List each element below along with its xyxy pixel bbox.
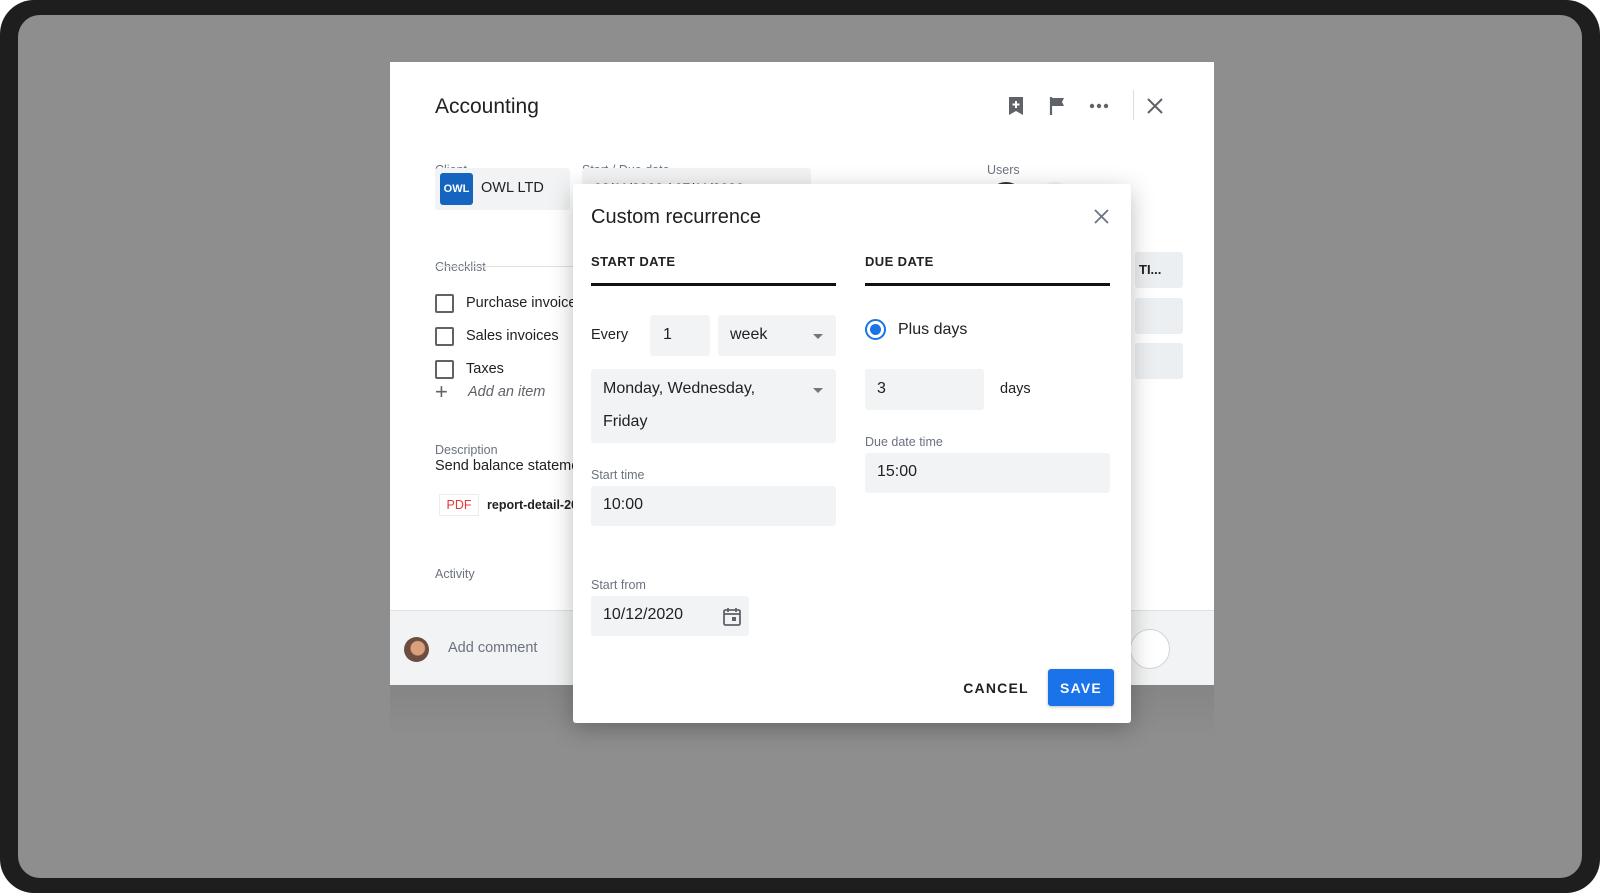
interval-unit-value: week bbox=[730, 326, 768, 343]
add-item-label: Add an item bbox=[468, 384, 546, 400]
client-logo: OWL bbox=[440, 173, 473, 205]
side-action-button[interactable]: TI... bbox=[1135, 252, 1183, 288]
bookmark-add-icon[interactable] bbox=[1002, 92, 1030, 120]
due-time-label: Due date time bbox=[865, 435, 943, 449]
plus-days-radio[interactable] bbox=[865, 319, 886, 340]
plus-days-value: 3 bbox=[877, 380, 886, 397]
screen: Accounting Client OWL OWL LTD Start / Du… bbox=[18, 15, 1582, 878]
every-label: Every bbox=[591, 327, 629, 343]
checklist-item-label: Sales invoices bbox=[466, 328, 559, 344]
task-title: Accounting bbox=[435, 95, 539, 118]
start-from-input[interactable]: 10/12/2020 bbox=[591, 596, 749, 636]
activity-label: Activity bbox=[435, 567, 475, 581]
checkbox[interactable] bbox=[435, 327, 454, 346]
plus-icon: + bbox=[435, 379, 448, 404]
attachment-name: report-detail-202 bbox=[487, 498, 585, 512]
checklist-divider bbox=[435, 266, 585, 267]
caret-down-icon bbox=[813, 388, 823, 393]
avatar bbox=[404, 637, 429, 662]
due-time-input[interactable]: 15:00 bbox=[865, 453, 1110, 493]
start-time-label: Start time bbox=[591, 468, 645, 482]
pdf-icon: PDF bbox=[439, 494, 479, 516]
client-name: OWL LTD bbox=[481, 180, 544, 196]
calendar-icon[interactable] bbox=[722, 606, 742, 626]
client-chip[interactable]: OWL OWL LTD bbox=[435, 168, 570, 210]
cancel-button[interactable]: CANCEL bbox=[959, 670, 1033, 706]
due-time-value: 15:00 bbox=[877, 463, 918, 480]
radio-selected-dot bbox=[870, 324, 881, 335]
interval-value: 1 bbox=[663, 326, 672, 343]
checklist-item-label: Taxes bbox=[466, 361, 504, 377]
weekdays-line-1: Monday, Wednesday, bbox=[603, 380, 756, 397]
start-time-input[interactable]: 10:00 bbox=[591, 486, 836, 526]
side-field-2[interactable] bbox=[1135, 343, 1183, 379]
description-text[interactable]: Send balance statemer bbox=[435, 458, 584, 474]
flag-icon[interactable] bbox=[1044, 92, 1072, 120]
due-date-heading: DUE DATE bbox=[865, 254, 934, 269]
plus-days-label: Plus days bbox=[898, 321, 968, 338]
save-button[interactable]: SAVE bbox=[1048, 669, 1114, 706]
weekdays-select[interactable]: Monday, Wednesday, Friday bbox=[591, 369, 836, 443]
side-field-1[interactable] bbox=[1135, 298, 1183, 334]
header-divider bbox=[1133, 90, 1134, 120]
send-comment-button[interactable] bbox=[1130, 629, 1170, 669]
device-frame: Accounting Client OWL OWL LTD Start / Du… bbox=[0, 0, 1600, 893]
days-unit-label: days bbox=[1000, 381, 1031, 397]
custom-recurrence-dialog: Custom recurrence START DATE DUE DATE Ev… bbox=[573, 184, 1131, 723]
comment-input[interactable]: Add comment bbox=[448, 640, 537, 656]
start-from-value: 10/12/2020 bbox=[603, 606, 684, 623]
start-date-underline bbox=[591, 283, 836, 286]
checkbox[interactable] bbox=[435, 360, 454, 379]
plus-days-input[interactable]: 3 bbox=[865, 369, 984, 410]
dialog-title: Custom recurrence bbox=[591, 206, 762, 228]
due-date-underline bbox=[865, 283, 1110, 286]
start-date-heading: START DATE bbox=[591, 254, 676, 269]
more-horizontal-icon[interactable] bbox=[1085, 92, 1113, 120]
weekdays-line-2: Friday bbox=[603, 413, 648, 430]
start-time-value: 10:00 bbox=[603, 496, 644, 513]
users-label: Users bbox=[987, 163, 1020, 177]
close-icon[interactable] bbox=[1141, 92, 1169, 120]
side-action-label: TI... bbox=[1139, 262, 1162, 277]
checkbox[interactable] bbox=[435, 294, 454, 313]
close-icon[interactable] bbox=[1089, 204, 1113, 228]
caret-down-icon bbox=[813, 334, 823, 339]
interval-input[interactable]: 1 bbox=[650, 315, 710, 356]
checklist-item-label: Purchase invoices bbox=[466, 295, 584, 311]
start-from-label: Start from bbox=[591, 578, 646, 592]
interval-unit-select[interactable]: week bbox=[718, 315, 836, 356]
description-label: Description bbox=[435, 443, 498, 457]
checklist-label: Checklist bbox=[435, 260, 486, 274]
